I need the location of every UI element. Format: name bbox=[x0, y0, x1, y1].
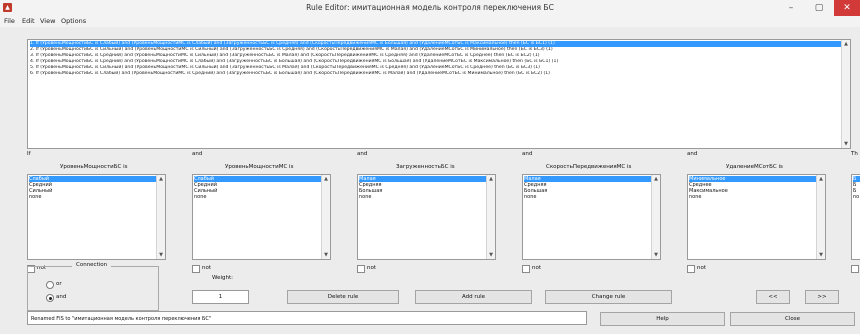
and-keyword: and bbox=[357, 151, 368, 157]
scroll-down-icon[interactable]: ▼ bbox=[487, 251, 495, 259]
scroll-down-icon[interactable]: ▼ bbox=[157, 251, 165, 259]
listbox-scrollbar[interactable]: ▲ ▼ bbox=[816, 175, 825, 259]
var-label-power-bs: УровеньМощностиБС is bbox=[60, 164, 128, 170]
listbox-speed-ms[interactable]: Малая Средняя Большая none ▲ ▼ bbox=[522, 174, 661, 260]
option-item[interactable]: none bbox=[194, 194, 321, 200]
maximize-button[interactable]: ▢ bbox=[806, 0, 832, 16]
not-label: not bbox=[532, 265, 542, 271]
status-bar: Renamed FIS to "имитационная модель конт… bbox=[27, 311, 587, 325]
menu-view[interactable]: View bbox=[40, 17, 55, 25]
rules-list[interactable]: 1. If (УровеньМощностиБС is Слабый) and … bbox=[27, 39, 851, 149]
close-window-button[interactable]: ✕ bbox=[834, 0, 860, 16]
option-item[interactable]: none bbox=[29, 194, 156, 200]
listbox-scrollbar[interactable]: ▲ ▼ bbox=[156, 175, 165, 259]
not-label: not bbox=[202, 265, 212, 271]
listbox-output-bs[interactable]: Б Б Б no bbox=[851, 174, 860, 260]
checkbox-box[interactable] bbox=[851, 265, 859, 273]
checkbox-box[interactable] bbox=[357, 265, 365, 273]
listbox-scrollbar[interactable]: ▲ ▼ bbox=[486, 175, 495, 259]
scroll-up-icon[interactable]: ▲ bbox=[322, 175, 330, 183]
scroll-down-icon[interactable]: ▼ bbox=[322, 251, 330, 259]
var-label-power-ms: УровеньМощностиМС is bbox=[225, 164, 294, 170]
help-button[interactable]: Help bbox=[600, 312, 725, 326]
scroll-up-icon[interactable]: ▲ bbox=[157, 175, 165, 183]
title-bar: ▲ Rule Editor: имитационная модель контр… bbox=[0, 0, 860, 16]
connection-group: Connection or and bbox=[27, 262, 159, 311]
not-label: not bbox=[367, 265, 377, 271]
window-title: Rule Editor: имитационная модель контрол… bbox=[306, 3, 554, 12]
weight-input[interactable]: 1 bbox=[192, 290, 249, 304]
if-keyword: If bbox=[27, 151, 31, 157]
scroll-down-icon[interactable]: ▼ bbox=[652, 251, 660, 259]
next-button[interactable]: >> bbox=[805, 290, 839, 304]
and-label: and bbox=[56, 294, 67, 300]
var-label-distance: УдалениеМСотБС is bbox=[726, 164, 783, 170]
listbox-scrollbar[interactable]: ▲ ▼ bbox=[651, 175, 660, 259]
scroll-up-icon[interactable]: ▲ bbox=[817, 175, 825, 183]
option-item[interactable]: none bbox=[359, 194, 486, 200]
option-item[interactable]: no bbox=[853, 194, 860, 200]
add-rule-button[interactable]: Add rule bbox=[415, 290, 532, 304]
menu-bar: File Edit View Options bbox=[0, 16, 860, 27]
scroll-down-icon[interactable]: ▼ bbox=[817, 251, 825, 259]
menu-options[interactable]: Options bbox=[61, 17, 86, 25]
checkbox-box[interactable] bbox=[687, 265, 695, 273]
and-keyword: and bbox=[687, 151, 698, 157]
var-label-load-bs: ЗагруженностьБС is bbox=[396, 164, 455, 170]
delete-rule-button[interactable]: Delete rule bbox=[287, 290, 399, 304]
scroll-down-icon[interactable]: ▼ bbox=[842, 140, 850, 148]
rule-item[interactable]: 6. If (УровеньМощностиБС is Слабый) and … bbox=[30, 71, 841, 77]
not-label: not bbox=[697, 265, 707, 271]
and-keyword: and bbox=[192, 151, 203, 157]
weight-label: Weight: bbox=[212, 275, 234, 281]
scroll-up-icon[interactable]: ▲ bbox=[652, 175, 660, 183]
option-item[interactable]: none bbox=[689, 194, 816, 200]
scroll-up-icon[interactable]: ▲ bbox=[487, 175, 495, 183]
listbox-scrollbar[interactable]: ▲ ▼ bbox=[321, 175, 330, 259]
checkbox-box[interactable] bbox=[522, 265, 530, 273]
checkbox-box[interactable] bbox=[192, 265, 200, 273]
listbox-power-ms[interactable]: Слабый Средний Сильный none ▲ ▼ bbox=[192, 174, 331, 260]
change-rule-button[interactable]: Change rule bbox=[545, 290, 672, 304]
menu-file[interactable]: File bbox=[4, 17, 15, 25]
rules-scrollbar[interactable]: ▲ ▼ bbox=[841, 40, 850, 148]
connection-title: Connection bbox=[72, 262, 112, 268]
scroll-up-icon[interactable]: ▲ bbox=[842, 40, 850, 48]
var-label-speed-ms: СкоростьПередвиженияМС is bbox=[546, 164, 632, 170]
minimize-button[interactable]: – bbox=[778, 0, 804, 16]
prev-button[interactable]: << bbox=[756, 290, 790, 304]
and-keyword: and bbox=[522, 151, 533, 157]
then-keyword: Th bbox=[851, 151, 858, 157]
or-label: or bbox=[56, 281, 62, 287]
close-button[interactable]: Close bbox=[730, 312, 855, 326]
menu-edit[interactable]: Edit bbox=[22, 17, 35, 25]
listbox-load-bs[interactable]: Малая Средняя Большая none ▲ ▼ bbox=[357, 174, 496, 260]
option-item[interactable]: none bbox=[524, 194, 651, 200]
listbox-power-bs[interactable]: Слабый Средний Сильный none ▲ ▼ bbox=[27, 174, 166, 260]
listbox-distance[interactable]: Минимальное Среднее Максимальное none ▲ … bbox=[687, 174, 826, 260]
and-radio[interactable] bbox=[46, 294, 54, 302]
or-radio[interactable] bbox=[46, 281, 54, 289]
